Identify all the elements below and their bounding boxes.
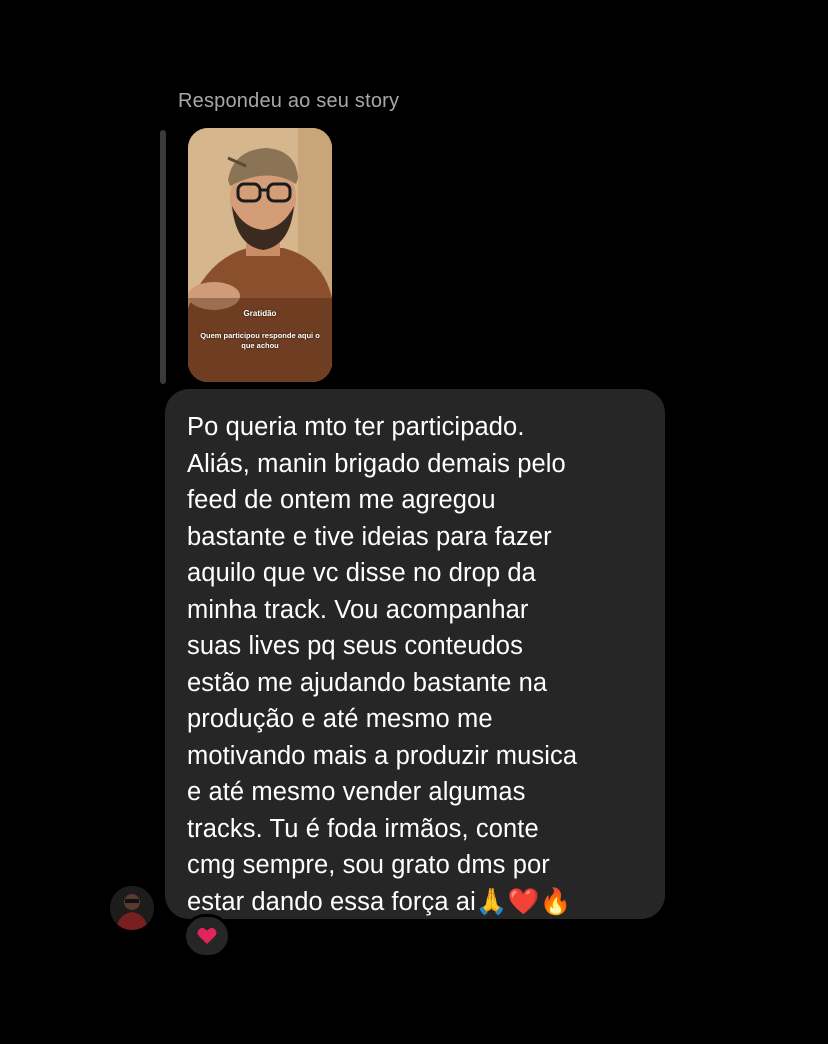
heart-icon	[197, 927, 217, 944]
avatar-photo	[110, 886, 154, 930]
reply-context-label: Respondeu ao seu story	[178, 90, 400, 112]
story-caption-text: Quem participou responde aqui o que acho…	[200, 331, 320, 350]
message-bubble[interactable]: Po queria mto ter participado. Aliás, ma…	[165, 389, 665, 919]
story-thumbnail[interactable]: Gratidão Quem participou responde aqui o…	[188, 128, 332, 382]
reply-indicator-bar	[160, 130, 166, 384]
sender-avatar[interactable]	[110, 886, 154, 930]
story-caption-title: Gratidão	[243, 309, 277, 318]
reaction-badge[interactable]	[183, 914, 231, 958]
message-text: Po queria mto ter participado. Aliás, ma…	[187, 413, 578, 916]
